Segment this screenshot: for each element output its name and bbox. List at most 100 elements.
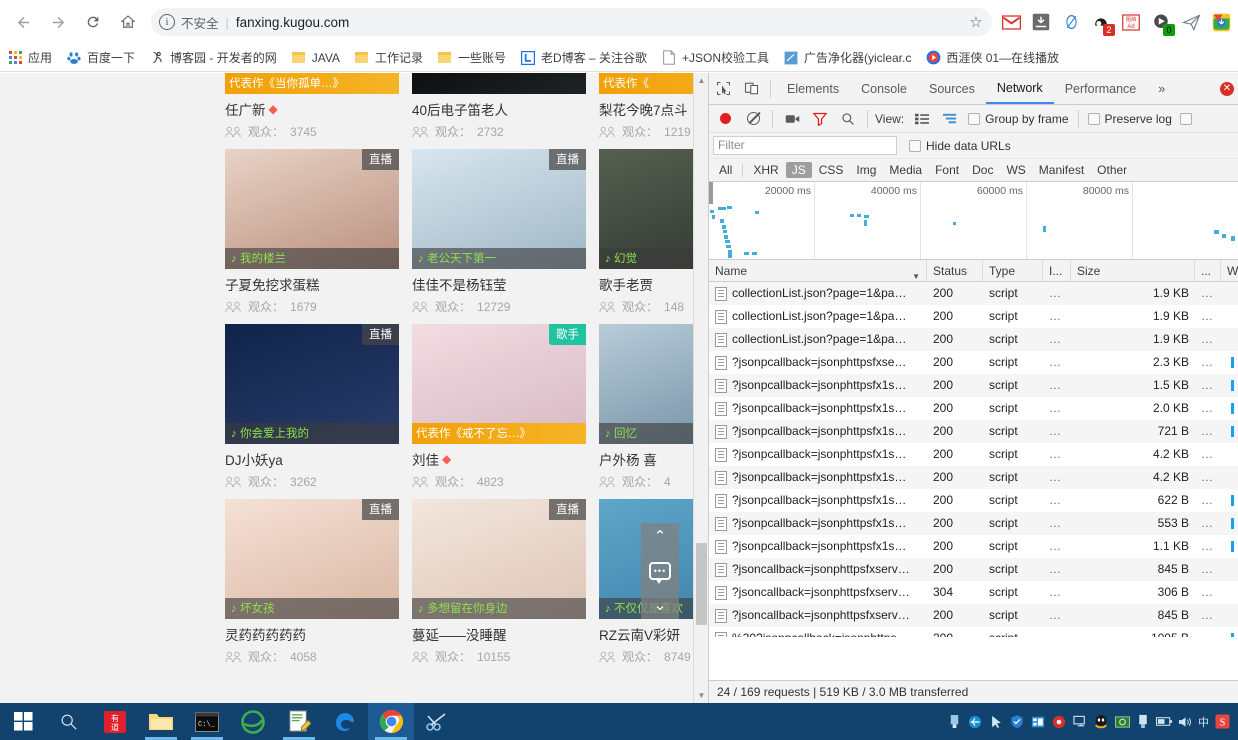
list-view-icon[interactable]: [908, 105, 936, 133]
cursor-icon[interactable]: [986, 711, 1006, 733]
file-explorer-button[interactable]: [138, 703, 184, 740]
table-row[interactable]: collectionList.json?page=1&pa… 200 scrip…: [709, 328, 1238, 351]
type-filter-manifest[interactable]: Manifest: [1033, 162, 1090, 178]
type-filter-font[interactable]: Font: [929, 162, 965, 178]
address-bar[interactable]: i 不安全 | fanxing.kugou.com ☆: [151, 8, 992, 36]
table-row[interactable]: ?jsonpcallback=jsonphttpsfx1s… 200 scrip…: [709, 420, 1238, 443]
network-overview-timeline[interactable]: 20000 ms 40000 ms 60000 ms 80000 ms: [709, 182, 1238, 260]
type-filter-doc[interactable]: Doc: [966, 162, 999, 178]
request-name[interactable]: collectionList.json?page=1&pa…: [709, 305, 927, 328]
stream-card[interactable]: 直播 ♪ 多想留在你身边 蔓延——没睡醒 观众： 10155: [412, 499, 586, 665]
tab-performance[interactable]: Performance: [1054, 73, 1148, 104]
request-name[interactable]: ?jsonpcallback=jsonphttpsfx1s…: [709, 443, 927, 466]
tab-elements[interactable]: Elements: [776, 73, 850, 104]
request-name[interactable]: ?jsonpcallback=jsonphttpsfx1s…: [709, 466, 927, 489]
stream-card[interactable]: 代表作《 梨花今晚7点斗 观众： 1219: [599, 73, 708, 140]
request-name[interactable]: ?jsonpcallback=jsonphttpsfx1s…: [709, 420, 927, 443]
internet-explorer-green-button[interactable]: [230, 703, 276, 740]
bookmark-ad-purifier[interactable]: 广告净化器(yiclear.c: [776, 47, 918, 69]
request-name[interactable]: ?jsonpcallback=jsonphttpsfx1s…: [709, 397, 927, 420]
table-row[interactable]: ?jsonpcallback=jsonphttpsfx1s… 200 scrip…: [709, 535, 1238, 558]
stream-card[interactable]: 40后电子笛老人 观众： 2732: [412, 73, 586, 140]
google-chrome-button[interactable]: [368, 703, 414, 740]
column-header-waterfall[interactable]: Wat: [1221, 260, 1238, 282]
stream-thumbnail[interactable]: 代表作《当你孤单…》: [225, 73, 399, 94]
table-row[interactable]: ?jsonpcallback=jsonphttpsfxse… 200 scrip…: [709, 351, 1238, 374]
request-name[interactable]: ?jsonpcallback=jsonphttpsfx1s…: [709, 535, 927, 558]
capture-screenshots-icon[interactable]: [778, 105, 806, 133]
forward-button[interactable]: [43, 7, 73, 37]
video-downloader-extension-icon[interactable]: 0: [1148, 9, 1175, 36]
bookmark-baidu[interactable]: 百度一下: [59, 47, 142, 69]
volume-icon[interactable]: [1175, 711, 1195, 733]
sogou-icon[interactable]: S: [1212, 711, 1232, 733]
request-name[interactable]: ?jsoncallback=jsonphttpsfxserv…: [709, 604, 927, 627]
request-name[interactable]: ?jsonpcallback=jsonphttpsfx1s…: [709, 374, 927, 397]
checkbox-box[interactable]: [968, 112, 981, 125]
stream-card[interactable]: ♪ 幻觉 歌手老贾 观众： 148: [599, 149, 708, 315]
table-row[interactable]: collectionList.json?page=1&pa… 200 scrip…: [709, 305, 1238, 328]
network-icon[interactable]: [1070, 711, 1090, 733]
table-row[interactable]: collectionList.json?page=1&pa… 200 scrip…: [709, 282, 1238, 305]
bookmark-star-icon[interactable]: ☆: [966, 12, 986, 32]
request-name[interactable]: collectionList.json?page=1&pa…: [709, 282, 927, 305]
request-name[interactable]: ?jsonpcallback=jsonphttpsfx1s…: [709, 489, 927, 512]
scroll-up-icon[interactable]: ⌃: [654, 529, 667, 544]
stream-card[interactable]: 直播 ♪ 你会爱上我的 DJ小妖ya 观众： 3262: [225, 324, 399, 490]
stream-thumbnail[interactable]: ♪ 幻觉: [599, 149, 708, 269]
battery-icon[interactable]: [1154, 711, 1174, 733]
stream-thumbnail[interactable]: 代表作《: [599, 73, 708, 94]
type-filter-all[interactable]: All: [713, 162, 738, 178]
type-filter-css[interactable]: CSS: [813, 162, 850, 178]
request-name[interactable]: ?jsonpcallback=jsonphttpsfxse…: [709, 351, 927, 374]
stream-thumbnail[interactable]: 歌手 代表作《戒不了忘…》: [412, 324, 586, 444]
column-header-time[interactable]: ...: [1195, 259, 1221, 282]
table-row[interactable]: ?jsoncallback=jsonphttpsfxserv… 200 scri…: [709, 558, 1238, 581]
search-icon[interactable]: [834, 105, 862, 133]
ime-chinese-icon[interactable]: 中: [1196, 714, 1211, 730]
bookmark-apps[interactable]: 应用: [0, 47, 59, 69]
evernote-clipper-extension-icon[interactable]: [1058, 9, 1084, 35]
request-name[interactable]: %20?jsonpcallback=jsonphttps…: [709, 627, 927, 637]
chrome-profile-extension-icon[interactable]: [1208, 9, 1234, 35]
stream-card[interactable]: 直播 ♪ 我的楼兰 子夏免挖求蛋糕 观众： 1679: [225, 149, 399, 315]
back-button[interactable]: [8, 7, 38, 37]
waterfall-view-icon[interactable]: [936, 105, 964, 133]
type-filter-js[interactable]: JS: [785, 162, 812, 178]
stream-card[interactable]: 代表作《当你孤单…》 任广新 ◆ 观众： 3745: [225, 73, 399, 140]
home-button[interactable]: [113, 7, 143, 37]
stream-thumbnail[interactable]: 直播 ♪ 我的楼兰: [225, 149, 399, 269]
stream-card[interactable]: ♪ 回忆 户外杨 喜 观众： 4: [599, 324, 708, 490]
shield-icon[interactable]: [1007, 711, 1027, 733]
teamviewer-icon[interactable]: [965, 711, 985, 733]
tab-sources[interactable]: Sources: [918, 73, 986, 104]
table-row[interactable]: %20?jsonpcallback=jsonphttps… 200 script…: [709, 627, 1238, 637]
filter-funnel-icon[interactable]: [806, 105, 834, 133]
type-filter-media[interactable]: Media: [883, 162, 928, 178]
stream-thumbnail[interactable]: 直播 ♪ 你会爱上我的: [225, 324, 399, 444]
adblock-extension-icon[interactable]: 阻挡 Ad: [1118, 9, 1144, 35]
bookmark-xiyaxia-player[interactable]: 西涯侠 01—在线播放: [918, 47, 1066, 69]
reload-button[interactable]: [78, 7, 108, 37]
table-row[interactable]: ?jsonpcallback=jsonphttpsfx1s… 200 scrip…: [709, 489, 1238, 512]
download-manager-extension-icon[interactable]: [1028, 9, 1054, 35]
group-by-frame-checkbox[interactable]: Group by frame: [964, 112, 1072, 126]
scroll-down-icon[interactable]: ⌄: [654, 598, 667, 613]
request-name[interactable]: ?jsoncallback=jsonphttpsfxserv…: [709, 581, 927, 604]
snipping-tool-button[interactable]: [414, 703, 460, 740]
table-row[interactable]: ?jsoncallback=jsonphttpsfxserv… 304 scri…: [709, 581, 1238, 604]
filter-input[interactable]: Filter: [713, 136, 897, 155]
command-prompt-button[interactable]: C:\_: [184, 703, 230, 740]
clear-button[interactable]: [739, 105, 767, 133]
stream-thumbnail[interactable]: 直播 ♪ 老公天下第一: [412, 149, 586, 269]
record-icon[interactable]: [1049, 711, 1069, 733]
request-name[interactable]: ?jsonpcallback=jsonphttpsfx1s…: [709, 512, 927, 535]
stream-thumbnail[interactable]: 直播 ♪ 坏女孩: [225, 499, 399, 619]
qq-icon[interactable]: [1091, 711, 1111, 733]
inspect-element-icon[interactable]: [709, 75, 737, 103]
usb-device-icon[interactable]: [944, 711, 964, 733]
type-filter-img[interactable]: Img: [850, 162, 882, 178]
start-button[interactable]: [0, 703, 46, 740]
floating-side-widget[interactable]: ⌃ ••• ⌄: [641, 523, 679, 619]
disable-cache-checkbox[interactable]: [1179, 112, 1192, 125]
